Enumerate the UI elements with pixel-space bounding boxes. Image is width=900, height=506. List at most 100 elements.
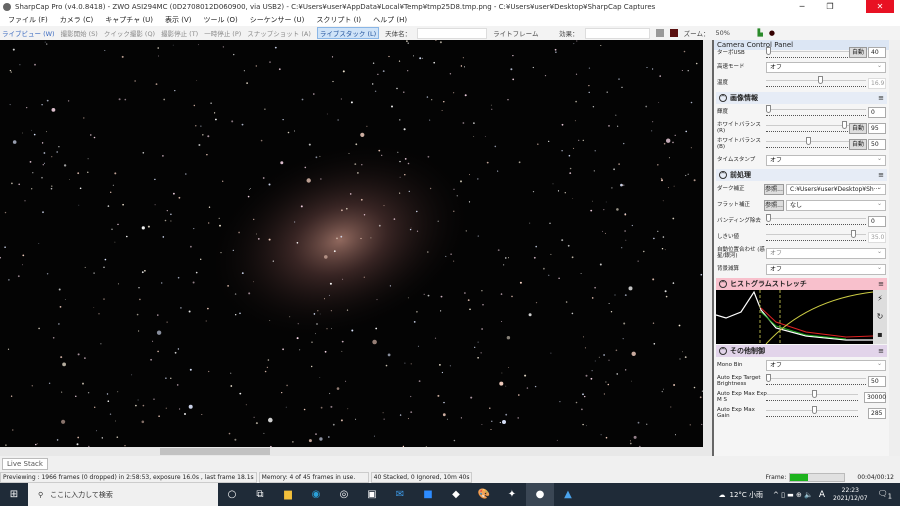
star bbox=[150, 358, 153, 361]
live-stack-button[interactable]: ライブスタック (L) bbox=[316, 27, 380, 39]
menu-icon[interactable]: ≡ bbox=[878, 171, 884, 179]
ae-max-gain-value[interactable]: 285 bbox=[868, 407, 886, 419]
target-input[interactable] bbox=[417, 27, 488, 39]
weather-icon[interactable]: ☁ bbox=[718, 491, 725, 499]
star bbox=[360, 237, 362, 240]
live-view-button[interactable]: ライブビュー (W) bbox=[2, 28, 55, 38]
tray-icons[interactable]: ^ ▯ ▬ ⊕ 🔈 bbox=[773, 491, 813, 499]
menu-camera[interactable]: カメラ (C) bbox=[60, 15, 94, 25]
file-explorer-icon[interactable]: ▆ bbox=[274, 483, 302, 506]
menu-view[interactable]: 表示 (V) bbox=[165, 15, 191, 25]
close-button[interactable]: ✕ bbox=[866, 0, 894, 13]
minimize-button[interactable]: ─ bbox=[788, 0, 816, 13]
zoom-select[interactable]: 50% bbox=[715, 29, 751, 37]
snapshot-button[interactable]: スナップショット (A) bbox=[247, 28, 311, 38]
panel-scrollbar[interactable] bbox=[889, 50, 900, 456]
start-capture-button[interactable]: 撮影開始 (S) bbox=[61, 28, 98, 38]
collapse-icon[interactable]: ^ bbox=[719, 171, 727, 179]
brightness-value[interactable]: 0 bbox=[868, 106, 886, 118]
turbo-usb-auto[interactable]: 自動 bbox=[848, 47, 867, 58]
clock[interactable]: 22:23 2021/12/07 bbox=[833, 487, 868, 503]
star bbox=[18, 183, 21, 186]
ime-indicator[interactable]: A bbox=[819, 490, 825, 500]
auto-align-select[interactable]: オフ bbox=[766, 247, 886, 259]
star bbox=[469, 174, 470, 176]
reset-icon[interactable]: ↻ bbox=[873, 308, 887, 326]
mail-icon[interactable]: ✉ bbox=[386, 483, 414, 506]
wb-blue-value[interactable]: 50 bbox=[868, 138, 886, 150]
histogram-icon[interactable]: ▙ bbox=[757, 29, 762, 37]
timestamp-select[interactable]: オフ bbox=[766, 154, 886, 166]
sharpcap-icon[interactable]: ● bbox=[526, 483, 554, 506]
grayscale-icon[interactable] bbox=[655, 29, 664, 37]
section-image-info[interactable]: ^ 画像情報 ≡ bbox=[716, 92, 887, 104]
cortana-icon[interactable]: ○ bbox=[218, 483, 246, 506]
save-icon[interactable]: ▪ bbox=[873, 326, 887, 344]
banding-value[interactable]: 0 bbox=[868, 215, 886, 227]
menu-help[interactable]: ヘルプ (H) bbox=[373, 15, 407, 25]
bg-sub-select[interactable]: オフ bbox=[766, 263, 886, 275]
star bbox=[32, 172, 34, 174]
collapse-icon[interactable]: ^ bbox=[719, 94, 727, 102]
star bbox=[663, 388, 664, 390]
menu-icon[interactable]: ≡ bbox=[878, 280, 884, 288]
star bbox=[59, 306, 62, 308]
section-histogram[interactable]: ^ ヒストグラムストレッチ ≡ bbox=[716, 278, 887, 290]
viewer-horizontal-scrollbar[interactable] bbox=[0, 447, 712, 456]
task-view-icon[interactable]: ⧉ bbox=[246, 483, 274, 506]
notification-icon[interactable]: 🗨1 bbox=[878, 489, 892, 501]
photos-icon[interactable]: ▲ bbox=[554, 483, 582, 506]
maximize-button[interactable]: ❐ bbox=[816, 0, 844, 13]
ae-max-exp-value[interactable]: 30000 bbox=[864, 391, 886, 403]
wb-blue-auto[interactable]: 自動 bbox=[848, 138, 867, 150]
mono-bin-select[interactable]: オフ bbox=[766, 359, 886, 371]
menu-sequencer[interactable]: シーケンサー (U) bbox=[250, 15, 305, 25]
menu-file[interactable]: ファイル (F) bbox=[8, 15, 48, 25]
paint-icon[interactable]: 🎨 bbox=[470, 483, 498, 506]
star bbox=[592, 200, 593, 202]
viewer-vertical-scrollbar[interactable] bbox=[703, 40, 712, 447]
stop-capture-button[interactable]: 撮影停止 (T) bbox=[161, 28, 198, 38]
star bbox=[93, 136, 96, 139]
star bbox=[667, 187, 669, 189]
dark-select[interactable]: C:¥Users¥user¥Desktop¥Sh··· bbox=[786, 183, 886, 195]
live-stack-tab[interactable]: Live Stack bbox=[2, 458, 48, 470]
wb-red-auto[interactable]: 自動 bbox=[848, 122, 867, 134]
weather-text[interactable]: 12°C 小雨 bbox=[729, 490, 763, 500]
section-preprocess[interactable]: ^ 前処理 ≡ bbox=[716, 169, 887, 181]
collapse-icon[interactable]: ^ bbox=[719, 347, 727, 355]
dark-browse-button[interactable]: 参照... bbox=[764, 183, 784, 195]
pause-button[interactable]: 一時停止 (P) bbox=[204, 28, 241, 38]
star bbox=[79, 187, 82, 190]
menu-tools[interactable]: ツール (O) bbox=[204, 15, 238, 25]
store-icon[interactable]: ▣ bbox=[358, 483, 386, 506]
high-speed-select[interactable]: オフ bbox=[766, 61, 886, 73]
menu-scripting[interactable]: スクリプト (I) bbox=[316, 15, 361, 25]
frame-type-select[interactable]: ライトフレーム bbox=[493, 28, 553, 38]
windows-start-icon[interactable]: ⊞ bbox=[0, 483, 28, 506]
flat-select[interactable]: なし bbox=[786, 199, 886, 211]
edge-icon[interactable]: ◉ bbox=[302, 483, 330, 506]
taskbar-search[interactable]: ⚲ ここに入力して検索 bbox=[28, 483, 218, 506]
quick-capture-button[interactable]: クイック撮影 (Q) bbox=[104, 28, 155, 38]
auto-stretch-icon[interactable]: ⚡ bbox=[873, 290, 887, 308]
menu-capture[interactable]: キャプチャ (U) bbox=[105, 15, 153, 25]
turbo-usb-value[interactable]: 40 bbox=[868, 47, 886, 58]
astro-app-icon[interactable]: ✦ bbox=[498, 483, 526, 506]
color-icon[interactable] bbox=[669, 29, 678, 37]
section-misc[interactable]: ^ その他制御 ≡ bbox=[716, 345, 887, 357]
flat-browse-button[interactable]: 参照... bbox=[764, 199, 784, 211]
effect-select[interactable] bbox=[584, 27, 650, 39]
app-icon[interactable]: ◎ bbox=[330, 483, 358, 506]
ae-target-value[interactable]: 50 bbox=[868, 375, 886, 387]
histogram-display[interactable]: ⚡ ↻ ▪ bbox=[715, 290, 887, 345]
star bbox=[260, 139, 263, 142]
menu-icon[interactable]: ≡ bbox=[878, 94, 884, 102]
app-icon[interactable]: ◆ bbox=[442, 483, 470, 506]
wb-red-value[interactable]: 95 bbox=[868, 122, 886, 134]
magnifier-icon[interactable]: ● bbox=[769, 29, 775, 37]
menu-icon[interactable]: ≡ bbox=[878, 347, 884, 355]
image-viewer[interactable] bbox=[0, 40, 703, 447]
collapse-icon[interactable]: ^ bbox=[719, 280, 727, 288]
zoom-app-icon[interactable]: ■ bbox=[414, 483, 442, 506]
